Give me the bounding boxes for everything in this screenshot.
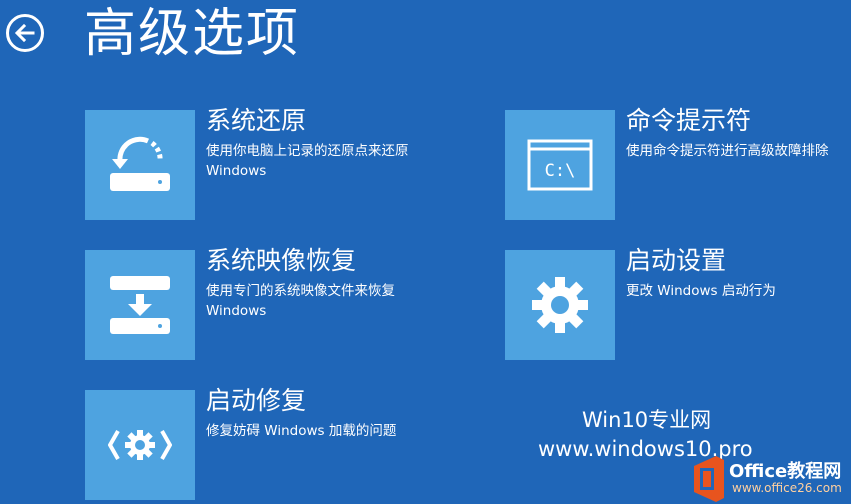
option-description: 更改 Windows 启动行为 (626, 283, 776, 299)
command-prompt-tile[interactable]: C:\ (505, 110, 615, 220)
option-description: 使用你电脑上记录的还原点来还原 Windows (206, 143, 409, 179)
startup-repair-tile[interactable] (85, 390, 195, 500)
office-brand-name: Office教程网 (729, 461, 842, 482)
command-prompt-option[interactable]: C:\ 命令提示符 使用命令提示符进行高级故障排除 (505, 106, 851, 220)
watermark-site-name: Win10专业网 (582, 408, 712, 432)
option-title: 启动设置 (626, 246, 727, 275)
option-title: 系统还原 (206, 106, 307, 135)
option-title: 系统映像恢复 (206, 246, 357, 275)
command-prompt-icon-text: C:\ (545, 161, 576, 181)
system-image-recovery-option[interactable]: 系统映像恢复 使用专门的系统映像文件来恢复 Windows (85, 246, 430, 360)
option-description: 使用命令提示符进行高级故障排除 (626, 143, 829, 159)
option-title: 命令提示符 (626, 106, 752, 135)
startup-repair-option[interactable]: 启动修复 修复妨碍 Windows 加载的问题 (85, 386, 430, 500)
option-title: 启动修复 (206, 386, 307, 415)
gear-icon (532, 277, 588, 333)
page-title: 高级选项 (84, 4, 301, 64)
startup-settings-tile[interactable] (505, 250, 615, 360)
option-description: 使用专门的系统映像文件来恢复 Windows (206, 283, 395, 319)
office-brand-url: www.office26.com (732, 481, 842, 495)
back-arrow-icon (14, 23, 35, 43)
option-description: 修复妨碍 Windows 加载的问题 (206, 423, 397, 439)
system-restore-option[interactable]: 系统还原 使用你电脑上记录的还原点来还原 Windows (85, 106, 430, 220)
startup-repair-icon (108, 430, 172, 460)
system-image-icon (110, 276, 170, 334)
system-restore-icon (110, 136, 170, 191)
command-prompt-icon: C:\ (527, 139, 593, 191)
back-button[interactable] (6, 14, 44, 52)
system-image-tile[interactable] (85, 250, 195, 360)
system-restore-tile[interactable] (85, 110, 195, 220)
startup-settings-option[interactable]: 启动设置 更改 Windows 启动行为 (505, 246, 851, 360)
